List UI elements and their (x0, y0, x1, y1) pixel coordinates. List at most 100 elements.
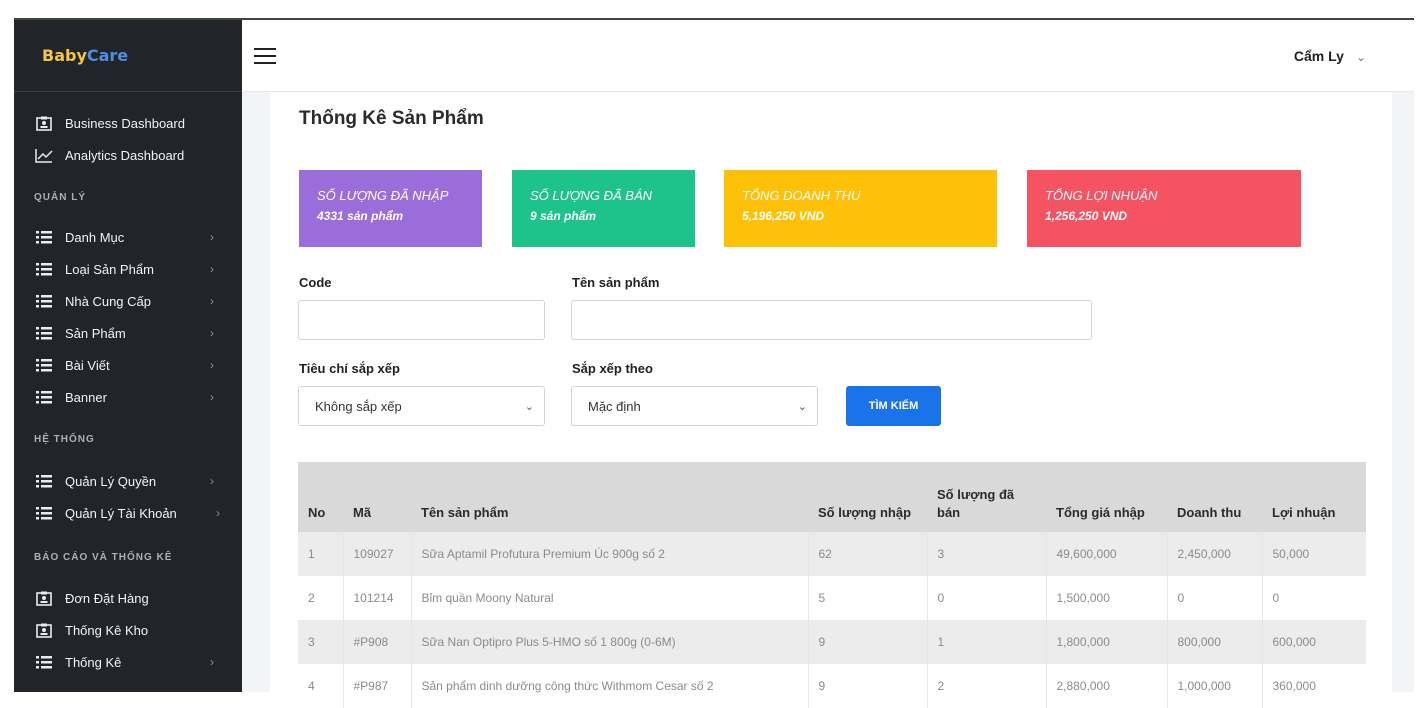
list-icon (34, 357, 54, 373)
chevron-right-icon: › (210, 655, 214, 669)
sidebar-item-label: Quản Lý Tài Khoản (65, 505, 177, 521)
search-button[interactable]: TÌM KIẾM (846, 386, 941, 426)
chevron-down-icon: ⌄ (524, 401, 534, 413)
table-cell: 3 (927, 532, 1047, 576)
table-row: 4 #P987 Sản phẩm dinh dưỡng công thức Wi… (298, 664, 1366, 708)
table-cell: 50,000 (1262, 532, 1366, 576)
table-cell: Bỉm quần Moony Natural (411, 576, 809, 620)
section-quan-ly: QUẢN LÝ (34, 192, 86, 203)
code-input[interactable] (298, 300, 545, 340)
table-cell: 360,000 (1262, 664, 1366, 708)
sidebar-item-banner[interactable]: Banner › (14, 383, 242, 411)
page-title: Thống Kê Sản Phẩm (299, 108, 484, 129)
table-cell: 0 (1262, 576, 1366, 620)
section-bao-cao: BÁO CÁO VÀ THỐNG KÊ (34, 552, 173, 563)
table-cell: 1,500,000 (1046, 576, 1168, 620)
table-cell: 1 (298, 532, 344, 576)
stat-label: SỐ LƯỢNG ĐÃ NHẬP (317, 188, 449, 203)
list-icon (34, 293, 54, 309)
table-row: 2 101214 Bỉm quần Moony Natural 5 0 1,50… (298, 576, 1366, 620)
table-cell: #P987 (343, 664, 412, 708)
list-icon (34, 261, 54, 277)
table-cell: #P908 (343, 620, 412, 664)
sidebar-item-label: Danh Mục (65, 229, 125, 245)
sort-by-select[interactable]: Mặc định ⌄ (571, 386, 818, 426)
column-header: Lợi nhuận (1262, 462, 1366, 532)
column-header: Mã (343, 462, 411, 532)
chevron-right-icon: › (216, 506, 220, 520)
stat-card-imported: SỐ LƯỢNG ĐÃ NHẬP 4331 sản phẩm (299, 170, 482, 247)
table-cell: Sữa Nan Optipro Plus 5-HMO số 1 800g (0-… (411, 620, 809, 664)
sidebar-item-quan-ly-quyen[interactable]: Quản Lý Quyền › (14, 467, 242, 495)
table-cell: 0 (1167, 576, 1263, 620)
list-icon (34, 325, 54, 341)
chevron-right-icon: › (210, 262, 214, 276)
chevron-right-icon: › (210, 474, 214, 488)
table-row: 3 #P908 Sữa Nan Optipro Plus 5-HMO số 1 … (298, 620, 1366, 664)
table-cell: Sữa Aptamil Profutura Premium Úc 900g số… (411, 532, 809, 576)
table-cell: 1,800,000 (1046, 620, 1168, 664)
product-stats-table: No Mã Tên sản phẩm Số lượng nhập Số lượn… (298, 462, 1366, 708)
sidebar-item-danh-muc[interactable]: Danh Mục › (14, 223, 242, 251)
section-he-thong: HỆ THỐNG (34, 434, 95, 445)
id-card-icon (34, 590, 54, 606)
table-cell: 2,880,000 (1046, 664, 1168, 708)
sidebar-item-label: Đơn Đặt Hàng (65, 590, 149, 606)
list-icon (34, 473, 54, 489)
table-cell: 1 (927, 620, 1047, 664)
table-cell: 9 (808, 664, 928, 708)
user-menu[interactable]: Cẩm Ly ⌄ (1294, 48, 1366, 64)
table-cell: 2 (298, 576, 344, 620)
column-header: No (298, 462, 343, 532)
sidebar-item-label: Thống Kê (65, 654, 122, 670)
stat-label: SỐ LƯỢNG ĐÃ BÁN (530, 188, 653, 203)
column-header: Số lượng đã bán (927, 462, 1046, 532)
table-header-row: No Mã Tên sản phẩm Số lượng nhập Số lượn… (298, 462, 1366, 532)
table-cell: 800,000 (1167, 620, 1263, 664)
sort-criteria-select[interactable]: Không sắp xếp ⌄ (298, 386, 545, 426)
sidebar-item-label: Banner (65, 389, 107, 405)
brand-part1: Baby (42, 46, 87, 65)
stat-value: 1,256,250 VND (1045, 209, 1128, 223)
sidebar-item-thong-ke-kho[interactable]: Thống Kê Kho (14, 616, 242, 644)
table-cell: 109027 (343, 532, 412, 576)
table-cell: 3 (298, 620, 344, 664)
sidebar-item-thong-ke[interactable]: Thống Kê › (14, 648, 242, 676)
sidebar-item-san-pham[interactable]: Sản Phẩm › (14, 319, 242, 347)
menu-toggle-icon[interactable] (254, 48, 276, 64)
sidebar-item-don-dat-hang[interactable]: Đơn Đặt Hàng (14, 584, 242, 612)
app-window: Baby Care Business Dashboard Analytics Da… (0, 0, 1426, 708)
sort-criteria-label: Tiêu chí sắp xếp (299, 361, 400, 376)
sidebar-item-analytics-dashboard[interactable]: Analytics Dashboard (14, 141, 242, 169)
table-cell: 5 (808, 576, 928, 620)
stat-value: 5,196,250 VND (742, 209, 825, 223)
user-name: Cẩm Ly (1293, 48, 1344, 64)
sidebar-item-label: Business Dashboard (65, 115, 185, 131)
sidebar-item-label: Thống Kê Kho (65, 622, 149, 638)
stat-card-revenue: TỔNG DOANH THU 5,196,250 VND (724, 170, 997, 247)
brand-logo[interactable]: Baby Care (14, 20, 242, 92)
chevron-right-icon: › (210, 358, 214, 372)
sidebar-item-label: Analytics Dashboard (65, 147, 185, 163)
chevron-right-icon: › (210, 390, 214, 404)
stat-value: 4331 sản phẩm (317, 209, 404, 223)
sidebar-item-quan-ly-tai-khoan[interactable]: Quản Lý Tài Khoản › (14, 499, 242, 527)
sidebar-item-bai-viet[interactable]: Bài Viết › (14, 351, 242, 379)
list-icon (34, 654, 54, 670)
table-cell: 2 (927, 664, 1047, 708)
sort-by-value: Mặc định (588, 399, 641, 414)
chevron-right-icon: › (210, 230, 214, 244)
brand-part2: Care (86, 46, 129, 65)
table-cell: 2,450,000 (1167, 532, 1263, 576)
sidebar-item-loai-san-pham[interactable]: Loại Sản Phẩm › (14, 255, 242, 283)
table-cell: 9 (808, 620, 928, 664)
column-header: Số lượng nhập (808, 462, 927, 532)
table-cell: 4 (298, 664, 344, 708)
sidebar-item-business-dashboard[interactable]: Business Dashboard (14, 109, 242, 137)
sidebar-item-nha-cung-cap[interactable]: Nhà Cung Cấp › (14, 287, 242, 315)
stat-label: TỔNG LỢI NHUẬN (1045, 188, 1158, 203)
product-name-input[interactable] (571, 300, 1092, 340)
stat-card-sold: SỐ LƯỢNG ĐÃ BÁN 9 sản phẩm (512, 170, 695, 247)
sidebar-item-label: Loại Sản Phẩm (65, 261, 154, 277)
column-header: Doanh thu (1167, 462, 1262, 532)
